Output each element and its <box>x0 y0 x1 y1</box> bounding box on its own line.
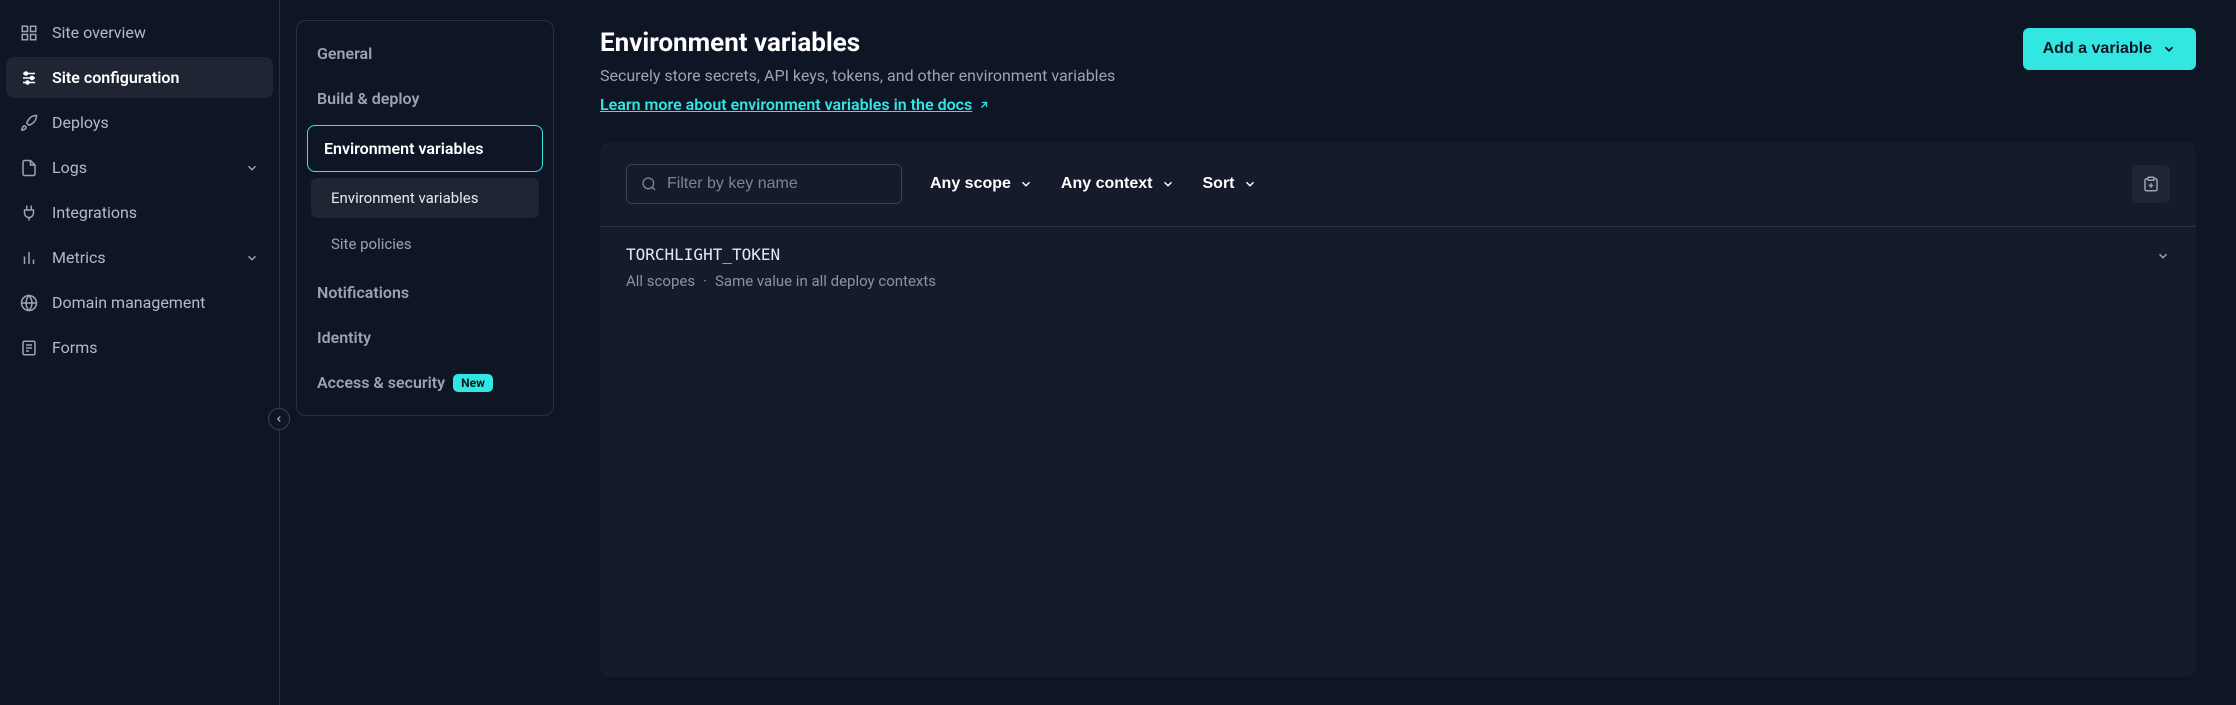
variable-contexts: Same value in all deploy contexts <box>715 272 936 290</box>
sidebar-item-domain[interactable]: Domain management <box>6 282 273 323</box>
page-subtitle: Securely store secrets, API keys, tokens… <box>600 66 1115 85</box>
add-variable-label: Add a variable <box>2043 40 2152 58</box>
sort-label: Sort <box>1203 175 1235 193</box>
add-variable-button[interactable]: Add a variable <box>2023 28 2196 70</box>
variable-scopes: All scopes <box>626 272 695 290</box>
subnav-general[interactable]: General <box>297 31 553 76</box>
subnav-box: General Build & deploy Environment varia… <box>296 20 554 416</box>
sidebar-item-metrics[interactable]: Metrics <box>6 237 273 278</box>
new-badge: New <box>453 374 493 392</box>
variable-info: TORCHLIGHT_TOKEN All scopes · Same value i… <box>626 245 936 290</box>
sidebar-item-configuration[interactable]: Site configuration <box>6 57 273 98</box>
sidebar-item-label: Logs <box>52 158 87 177</box>
chevron-down-icon <box>2156 249 2170 263</box>
sidebar-item-label: Site configuration <box>52 68 179 87</box>
scope-filter-label: Any scope <box>930 175 1011 193</box>
subnav-sub-site-policies[interactable]: Site policies <box>311 224 539 264</box>
learn-more-link[interactable]: Learn more about environment variables i… <box>600 95 990 114</box>
filter-input[interactable] <box>667 175 887 193</box>
separator-dot: · <box>703 272 707 290</box>
main-content: Environment variables Securely store sec… <box>570 0 2236 705</box>
subnav-label: Environment variables <box>324 139 483 158</box>
sidebar-item-deploys[interactable]: Deploys <box>6 102 273 143</box>
subnav-sub-environment-variables[interactable]: Environment variables <box>311 178 539 218</box>
page-header: Environment variables Securely store sec… <box>600 28 2196 114</box>
subnav-access-security[interactable]: Access & security New <box>297 360 553 405</box>
subnav-label: Notifications <box>317 283 409 302</box>
sidebar-item-label: Forms <box>52 338 98 357</box>
external-link-icon <box>978 99 990 111</box>
subnav-build-deploy[interactable]: Build & deploy <box>297 76 553 121</box>
subnav-label: General <box>317 44 372 63</box>
chevron-down-icon <box>1243 177 1257 191</box>
subnav-sub-label: Environment variables <box>331 189 479 207</box>
header-text: Environment variables Securely store sec… <box>600 28 1115 114</box>
globe-icon <box>20 294 38 312</box>
plug-icon <box>20 204 38 222</box>
clipboard-icon <box>2142 175 2160 193</box>
context-filter[interactable]: Any context <box>1061 175 1175 193</box>
subnav-label: Identity <box>317 328 371 347</box>
scope-filter[interactable]: Any scope <box>930 175 1033 193</box>
collapse-sidebar-button[interactable] <box>268 408 290 430</box>
subnav-label: Build & deploy <box>317 89 419 108</box>
sidebar-item-logs[interactable]: Logs <box>6 147 273 188</box>
section-subnav: General Build & deploy Environment varia… <box>280 0 570 705</box>
sliders-icon <box>20 69 38 87</box>
sidebar-item-label: Domain management <box>52 293 205 312</box>
sort-button[interactable]: Sort <box>1203 175 1257 193</box>
sidebar-item-label: Deploys <box>52 113 109 132</box>
sidebar-item-forms[interactable]: Forms <box>6 327 273 368</box>
rocket-icon <box>20 114 38 132</box>
chevron-down-icon <box>1161 177 1175 191</box>
copy-env-button[interactable] <box>2132 165 2170 203</box>
chevron-down-icon <box>245 161 259 175</box>
chart-icon <box>20 249 38 267</box>
primary-sidebar: Site overview Site configuration Deploys… <box>0 0 280 705</box>
variable-row[interactable]: TORCHLIGHT_TOKEN All scopes · Same value i… <box>600 227 2196 308</box>
page-title: Environment variables <box>600 28 1115 58</box>
sidebar-item-overview[interactable]: Site overview <box>6 12 273 53</box>
variable-key: TORCHLIGHT_TOKEN <box>626 245 936 264</box>
subnav-notifications[interactable]: Notifications <box>297 270 553 315</box>
chevron-down-icon <box>2162 42 2176 56</box>
sidebar-item-label: Integrations <box>52 203 137 222</box>
chevron-down-icon <box>1019 177 1033 191</box>
subnav-label: Access & security <box>317 373 445 392</box>
grid-icon <box>20 24 38 42</box>
chevron-down-icon <box>245 251 259 265</box>
logs-icon <box>20 159 38 177</box>
search-icon <box>641 176 657 192</box>
sidebar-item-label: Site overview <box>52 23 146 42</box>
learn-more-text: Learn more about environment variables i… <box>600 95 972 114</box>
context-filter-label: Any context <box>1061 175 1153 193</box>
variable-meta: All scopes · Same value in all deploy cont… <box>626 272 936 290</box>
subnav-sub-label: Site policies <box>331 235 412 253</box>
subnav-environment-variables[interactable]: Environment variables <box>307 125 543 172</box>
sidebar-item-integrations[interactable]: Integrations <box>6 192 273 233</box>
sidebar-item-label: Metrics <box>52 248 106 267</box>
search-wrapper[interactable] <box>626 164 902 204</box>
subnav-identity[interactable]: Identity <box>297 315 553 360</box>
form-icon <box>20 339 38 357</box>
variables-panel: Any scope Any context Sort <box>600 142 2196 677</box>
panel-toolbar: Any scope Any context Sort <box>600 142 2196 227</box>
